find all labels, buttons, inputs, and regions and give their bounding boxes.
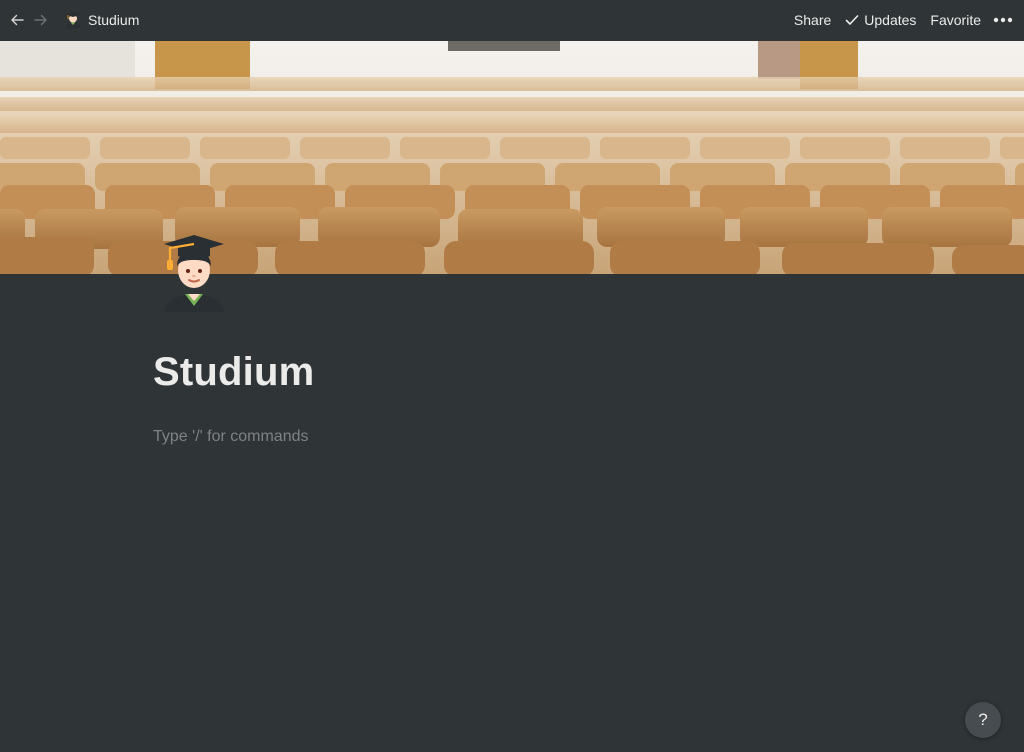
page-cover-image[interactable]: [0, 41, 1024, 274]
notion-app-window: Studium Share Updates Favorite Studium T…: [0, 0, 1024, 752]
help-button[interactable]: ?: [965, 702, 1001, 738]
page-icon[interactable]: [158, 230, 230, 314]
updates-label: Updates: [864, 12, 917, 28]
more-dots-icon: [993, 17, 1013, 23]
lecture-hall-cover-image: [0, 41, 1024, 274]
page-title[interactable]: Studium: [153, 350, 314, 395]
back-button[interactable]: [6, 9, 28, 31]
breadcrumb-page-studium[interactable]: Studium: [60, 7, 143, 33]
help-label: ?: [978, 710, 988, 729]
favorite-label: Favorite: [930, 12, 981, 28]
graduate-emoji-icon: [164, 235, 224, 312]
favorite-button[interactable]: Favorite: [923, 7, 988, 33]
share-label: Share: [793, 12, 832, 28]
forward-button[interactable]: [30, 9, 52, 31]
arrow-right-icon: [34, 14, 47, 26]
checkmark-icon: [845, 15, 859, 25]
arrow-left-icon: [11, 14, 24, 26]
breadcrumb-label: Studium: [88, 12, 140, 28]
editor-placeholder-text: Type '/' for commands: [153, 428, 309, 445]
editor-block-placeholder[interactable]: Type '/' for commands: [153, 428, 873, 450]
updates-button[interactable]: Updates: [838, 7, 923, 33]
more-options-button[interactable]: [988, 7, 1018, 33]
graduate-emoji-icon: [65, 12, 81, 29]
share-button[interactable]: Share: [787, 7, 838, 33]
top-bar: Studium Share Updates Favorite: [0, 0, 1024, 40]
